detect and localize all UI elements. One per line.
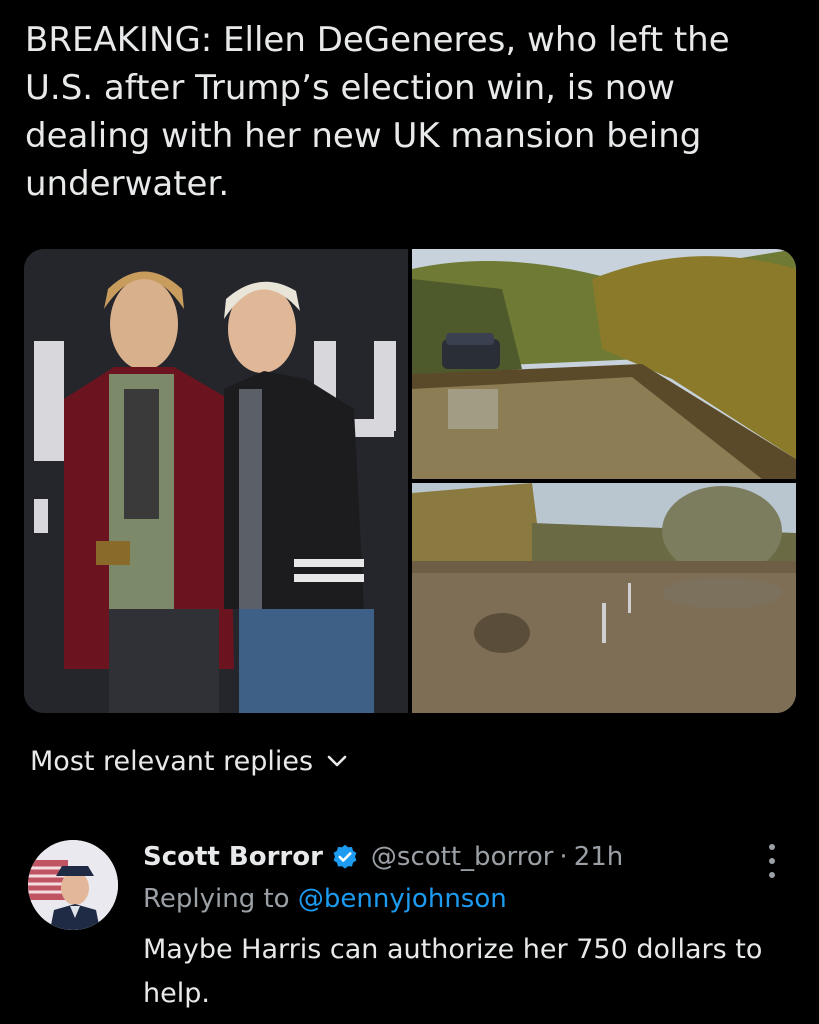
more-vertical-icon[interactable] (760, 844, 784, 878)
reply-header: Scott Borror @scott_borror · 21h (143, 838, 623, 876)
more-dot (769, 872, 775, 878)
replying-to-line: Replying to @bennyjohnson (143, 884, 507, 914)
chevron-down-icon (327, 755, 347, 767)
couple-red-carpet-photo[interactable] (24, 249, 408, 713)
flooded-road-car-photo[interactable] (412, 249, 796, 479)
post-text: BREAKING: Ellen DeGeneres, who left the … (25, 20, 730, 204)
display-name[interactable]: Scott Borror (143, 842, 323, 872)
flooded-field-photo[interactable] (412, 483, 796, 713)
avatar[interactable] (28, 840, 118, 930)
media-grid[interactable] (24, 249, 796, 713)
verified-badge-icon (333, 844, 357, 869)
reply-item[interactable]: Scott Borror @scott_borror · 21h Replyin… (0, 822, 819, 1024)
separator-dot: · (559, 842, 568, 872)
more-dot (769, 858, 775, 864)
replying-prefix: Replying to (143, 884, 290, 914)
replies-sort-label: Most relevant replies (30, 745, 314, 777)
more-dot (769, 844, 775, 850)
replies-sort-dropdown[interactable]: Most relevant replies (30, 741, 347, 781)
replying-to-mention[interactable]: @bennyjohnson (298, 884, 507, 914)
timestamp[interactable]: 21h (574, 842, 624, 872)
reply-text: Maybe Harris can authorize her 750 dolla… (143, 934, 763, 1009)
user-handle[interactable]: @scott_borror (371, 842, 554, 872)
